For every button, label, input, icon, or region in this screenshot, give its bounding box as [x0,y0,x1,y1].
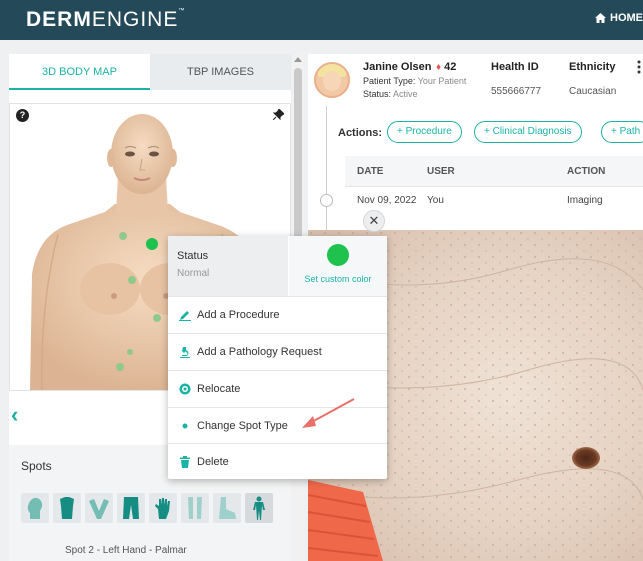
trash-icon [179,456,191,468]
spot-caption: Spot 2 - Left Hand - Palmar [65,545,187,556]
add-procedure-menu-item[interactable]: Add a Procedure [168,296,387,333]
health-id-value: 555666777 [491,86,542,97]
add-clinical-diagnosis-button[interactable]: + Clinical Diagnosis [474,121,582,143]
body-part-selector [21,493,273,523]
relocate-menu-item[interactable]: Relocate [168,370,387,407]
spot-count: ♦ 42 [436,61,457,73]
table-row[interactable]: Nov 09, 2022 You Imaging [345,186,643,214]
spots-title: Spots [21,459,52,473]
spot-context-menu: Status Normal Set custom color Add a Pro… [168,236,387,479]
add-procedure-button[interactable]: + Procedure [387,121,462,143]
add-pathology-button[interactable]: + Path [601,121,643,143]
timeline-line [326,106,327,230]
custom-color-picker[interactable]: Set custom color [289,236,387,296]
actions-area: Actions: + Procedure + Clinical Diagnosi… [308,106,643,230]
full-body-part-icon[interactable] [245,493,273,523]
status-title: Status [177,250,209,262]
avatar [314,62,350,98]
color-swatch[interactable] [327,244,349,266]
add-pathology-menu-item[interactable]: Add a Pathology Request [168,333,387,370]
chevron-left-icon[interactable]: ‹ [11,402,18,428]
custom-color-label[interactable]: Set custom color [289,274,387,284]
home-icon [595,13,606,23]
hand-part-icon[interactable] [149,493,177,523]
change-spot-type-menu-item[interactable]: Change Spot Type [168,407,387,444]
spot-status: Status Normal [168,236,288,296]
logo[interactable]: DERMENGINE™ [26,8,185,32]
history-table: DATE USER ACTION Nov 09, 2022 You Imagin… [345,156,643,216]
patient-status: Status: Active [363,89,418,99]
head-part-icon[interactable] [21,493,49,523]
view-tabs: 3D BODY MAP TBP IMAGES [9,54,291,90]
pen-icon [179,309,191,321]
torso-part-icon[interactable] [53,493,81,523]
arm-part-icon[interactable] [85,493,113,523]
timeline-camera-icon [320,194,333,207]
history-header: DATE USER ACTION [345,156,643,186]
tab-tbp-images[interactable]: TBP IMAGES [150,54,291,90]
patient-type: Patient Type: Your Patient [363,76,467,86]
foot-part-icon[interactable] [213,493,241,523]
status-value: Normal [177,268,210,279]
dot-icon [179,420,191,432]
tab-3d-body-map[interactable]: 3D BODY MAP [9,54,150,90]
home-link[interactable]: HOME [595,12,643,24]
delete-menu-item[interactable]: Delete [168,443,387,480]
ethnicity-value: Caucasian [569,86,617,97]
health-id-label: Health ID [491,61,539,73]
more-options-icon[interactable] [637,60,641,74]
target-icon [179,383,191,395]
patient-header: Janine Olsen ♦ 42 Patient Type: Your Pat… [308,54,643,106]
spot-count-icon: ♦ [436,62,442,73]
microscope-icon [179,346,191,358]
ethnicity-label: Ethnicity [569,61,616,73]
legs-part-icon[interactable] [117,493,145,523]
home-label: HOME [610,12,643,24]
actions-label: Actions: [338,127,382,139]
scroll-up-icon[interactable] [294,57,302,62]
top-bar: DERMENGINE™ HOME [0,0,643,40]
lower-legs-part-icon[interactable] [181,493,209,523]
patient-name[interactable]: Janine Olsen [363,61,431,73]
popup-header: Status Normal Set custom color [168,236,387,296]
close-popup-button[interactable]: ✕ [363,210,385,232]
